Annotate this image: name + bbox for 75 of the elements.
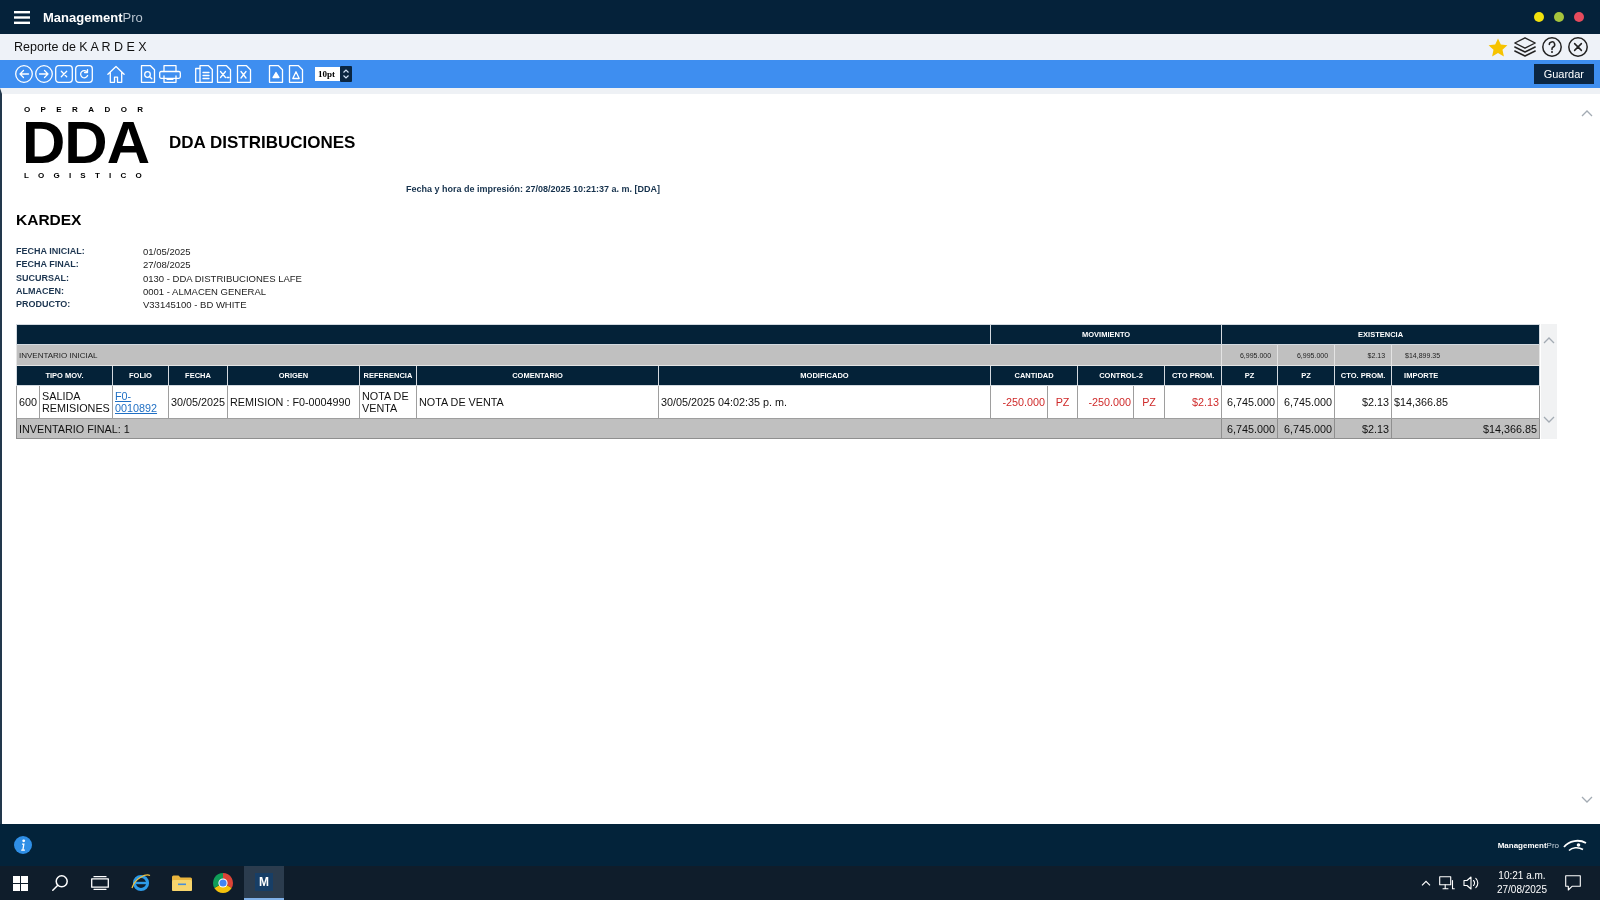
- info-icon[interactable]: [14, 836, 32, 854]
- filter-value: V33145100 - BD WHITE: [143, 298, 248, 312]
- menu-icon[interactable]: [14, 10, 30, 24]
- clock-time[interactable]: 10:21 a.m.: [1498, 869, 1546, 883]
- table-cell: INVENTARIO INICIAL: [16, 345, 1222, 366]
- refresh-icon[interactable]: [75, 65, 93, 83]
- table-cell: 600: [17, 387, 40, 418]
- filter-label: FECHA INICIAL:: [16, 245, 86, 258]
- app-brand: ManagementPro: [43, 9, 143, 25]
- spinner-icon[interactable]: [340, 66, 352, 82]
- print-timestamp: Fecha y hora de impresión: 27/08/2025 10:21:37 a. m. [DDA]: [406, 184, 662, 195]
- table-cell: $2.13: [1334, 386, 1392, 419]
- clock-date[interactable]: 27/08/2025: [1496, 883, 1547, 897]
- task-view-icon[interactable]: [91, 876, 109, 890]
- table-cell: INVENTARIO FINAL: 1: [16, 419, 1222, 439]
- speaker-icon[interactable]: [1462, 876, 1479, 890]
- company-name: DDA DISTRIBUCIONES: [169, 133, 356, 153]
- help-icon[interactable]: [1542, 37, 1562, 57]
- network-icon[interactable]: [1438, 876, 1455, 890]
- filter-label: FECHA FINAL:: [16, 258, 80, 272]
- ring-swoosh-icon: [131, 873, 151, 893]
- table-cell: -250.000: [1078, 387, 1135, 418]
- window-control-icon[interactable]: [1554, 12, 1564, 22]
- table-cell-text: PZ: [1054, 395, 1071, 411]
- forward-icon[interactable]: [35, 65, 53, 83]
- filter-value: 0130 - DDA DISTRIBUCIONES LAFE: [143, 271, 302, 285]
- filter-label: PRODUCTO:: [16, 298, 72, 312]
- font-size-field[interactable]: 10pt: [315, 67, 340, 81]
- table-cell: 30/05/2025 04:02:35 p. m.: [658, 386, 991, 419]
- table-cell: $2.13: [1164, 386, 1222, 419]
- table-cell: REMISION : F0-0004990: [227, 386, 360, 419]
- home-icon[interactable]: [107, 65, 125, 83]
- folder-icon: [172, 875, 192, 891]
- filter-label: SUCURSAL:: [16, 271, 70, 285]
- x-document-icon[interactable]: [235, 65, 253, 83]
- printer-icon[interactable]: [159, 65, 181, 83]
- layers-icon[interactable]: [1514, 37, 1536, 57]
- window-tiles-icon[interactable]: [12, 875, 28, 891]
- swoosh-logo-icon: [1563, 838, 1587, 852]
- window-title: Reporte de K A R D E X: [14, 40, 147, 54]
- app-tile: M: [255, 873, 273, 891]
- search-icon[interactable]: [52, 875, 68, 891]
- folio-link[interactable]: F0-0010892: [115, 390, 166, 415]
- table-cell: $14,366.85: [1391, 386, 1540, 419]
- table-cell: NOTA DE VENTA: [416, 386, 659, 419]
- logo-tagline: OPERADOR: [24, 105, 154, 115]
- table-cell: 30/05/2025: [168, 386, 228, 419]
- table-cell: 6,745.000: [1277, 386, 1335, 419]
- taskbar-button[interactable]: M: [244, 866, 284, 900]
- table-cell-text: SALIDA REMISIONES: [41, 389, 111, 417]
- save-button[interactable]: Guardar: [1533, 64, 1594, 84]
- star-icon[interactable]: [1488, 37, 1508, 57]
- table-cell: 6,745.000: [1221, 386, 1278, 419]
- footer-brand: ManagementPro: [1497, 840, 1559, 850]
- table-cell: -250.000: [991, 387, 1049, 418]
- documents-icon[interactable]: [195, 65, 213, 83]
- filter-value: 01/05/2025: [143, 245, 192, 259]
- window-control-icon[interactable]: [1534, 12, 1544, 22]
- table-cell-text: PZ: [1141, 395, 1157, 411]
- document-search-icon[interactable]: [139, 65, 157, 83]
- filter-label: ALMACEN:: [16, 284, 65, 298]
- table-cell: NOTA DE VENTA: [359, 386, 417, 419]
- filter-value: 0001 - ALMACEN GENERAL: [143, 284, 268, 299]
- triangle-document-icon[interactable]: [267, 65, 285, 83]
- tricolor-circle-icon: [213, 873, 233, 893]
- back-icon[interactable]: [15, 65, 33, 83]
- triangle-outline-document-icon[interactable]: [287, 65, 305, 83]
- logo-tagline: LOGISTICO: [24, 171, 151, 181]
- close-icon[interactable]: [1568, 37, 1588, 57]
- x-document-icon[interactable]: [215, 65, 233, 83]
- logo-wordmark: DDA: [22, 115, 149, 171]
- notification-icon[interactable]: [1565, 875, 1581, 891]
- report-title: KARDEX: [16, 210, 83, 229]
- chevron-down-icon[interactable]: [1581, 796, 1593, 803]
- filter-value: 27/08/2025: [143, 258, 192, 272]
